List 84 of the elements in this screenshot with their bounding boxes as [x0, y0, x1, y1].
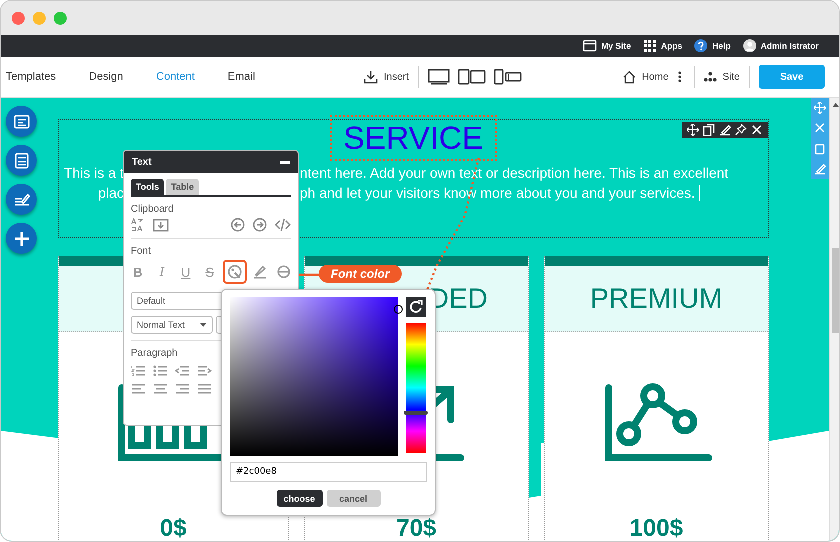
- grid-icon[interactable]: [643, 39, 658, 53]
- top-bar-link[interactable]: Help: [712, 41, 731, 51]
- text-cursor: [699, 185, 700, 201]
- move-icon[interactable]: [687, 124, 699, 136]
- window-control-dot[interactable]: [12, 12, 25, 24]
- paragraph-text: plac: [97, 185, 124, 201]
- home-icon[interactable]: [623, 70, 636, 84]
- font-color-button[interactable]: [223, 260, 247, 284]
- minimize-icon[interactable]: [280, 160, 290, 164]
- choose-button[interactable]: choose: [276, 490, 322, 507]
- outdent-icon[interactable]: [175, 365, 190, 377]
- numbered-list-icon[interactable]: [131, 365, 146, 377]
- pencil-icon[interactable]: [719, 124, 731, 136]
- tablet-icon[interactable]: [458, 69, 486, 85]
- site-link[interactable]: Site: [722, 72, 740, 82]
- pin-icon[interactable]: [735, 124, 747, 136]
- hex-input-field[interactable]: #2c00e8: [230, 462, 427, 482]
- redo-icon[interactable]: [253, 218, 267, 232]
- close-icon[interactable]: [751, 124, 763, 136]
- copy-icon[interactable]: [703, 124, 715, 136]
- paragraph-text: ph and let your visitors know more about you and your services.: [300, 185, 696, 201]
- insert-button[interactable]: Insert: [384, 72, 410, 82]
- indent-icon[interactable]: [197, 365, 212, 377]
- bulleted-list-icon[interactable]: [153, 365, 168, 377]
- sitemap-icon[interactable]: [704, 72, 717, 82]
- price-text: 100$: [630, 517, 684, 541]
- align-center-icon[interactable]: [153, 383, 168, 395]
- nav-tab[interactable]: Email: [228, 71, 256, 83]
- align-left-icon[interactable]: [131, 383, 146, 395]
- reset-color-button[interactable]: [406, 297, 426, 317]
- section-label: Clipboard: [131, 204, 175, 215]
- color-field[interactable]: [230, 297, 398, 456]
- hue-slider-thumb[interactable]: [404, 410, 428, 415]
- panel-tab[interactable]: Tools: [131, 179, 164, 195]
- desktop-icon[interactable]: [428, 69, 450, 85]
- download-icon[interactable]: [364, 70, 378, 84]
- scroll-up-icon[interactable]: [832, 102, 839, 108]
- nav-tab[interactable]: Design: [89, 71, 124, 83]
- sidebar-button[interactable]: [6, 184, 37, 215]
- text-style-select[interactable]: Normal Text: [131, 316, 213, 334]
- top-bar-link[interactable]: Admin Istrator: [760, 41, 819, 51]
- paste-icon[interactable]: [153, 218, 169, 232]
- more-icon[interactable]: [678, 71, 682, 83]
- align-right-icon[interactable]: [175, 383, 190, 395]
- panel-tab[interactable]: Table: [166, 179, 200, 195]
- scroll-thumb[interactable]: [832, 248, 839, 333]
- price-text: 70$: [396, 517, 437, 541]
- page-icon: [12, 152, 30, 170]
- browser-window-icon[interactable]: [583, 39, 598, 53]
- window-control-dot[interactable]: [54, 12, 67, 24]
- justify-icon[interactable]: [197, 383, 212, 395]
- phone-icon[interactable]: [494, 69, 522, 85]
- top-bar-link[interactable]: Apps: [661, 41, 682, 51]
- window-control-dot[interactable]: [33, 12, 46, 24]
- price-text: 0$: [160, 517, 187, 541]
- callout-label: Font color: [319, 265, 402, 283]
- top-bar-link[interactable]: My Site: [601, 41, 632, 51]
- card-title: PREMIUM: [590, 282, 723, 314]
- clear-format-icon[interactable]: [277, 265, 291, 279]
- user-avatar-icon[interactable]: [742, 39, 757, 53]
- sidebar-button[interactable]: [6, 223, 37, 254]
- panel-title: Text: [132, 156, 152, 168]
- section-heading: SERVICE: [344, 122, 484, 154]
- add-icon: [12, 230, 30, 248]
- sidebar-button[interactable]: [6, 145, 37, 176]
- section-label: Paragraph: [131, 348, 179, 359]
- nav-tab[interactable]: Content: [156, 71, 195, 83]
- refresh-icon: [409, 300, 423, 314]
- paragraph-text: ntent here. Add your own text or description here. This is an excellent: [300, 165, 729, 181]
- section-label: Font: [131, 246, 152, 257]
- layout-icon: [12, 112, 30, 130]
- undo-icon[interactable]: [231, 218, 245, 232]
- help-icon[interactable]: [694, 39, 708, 53]
- nav-tab[interactable]: Templates: [6, 71, 56, 83]
- highlighter-icon[interactable]: [253, 265, 267, 279]
- caret-down-icon: [200, 323, 207, 327]
- sidebar-button[interactable]: [6, 106, 37, 137]
- scrollbar[interactable]: [829, 98, 839, 541]
- home-link[interactable]: Home: [642, 72, 669, 82]
- change-case-icon[interactable]: [131, 218, 145, 232]
- hue-slider[interactable]: [406, 323, 426, 453]
- code-icon[interactable]: [275, 218, 291, 232]
- color-cursor[interactable]: [394, 305, 403, 314]
- palette-icon: [228, 265, 242, 279]
